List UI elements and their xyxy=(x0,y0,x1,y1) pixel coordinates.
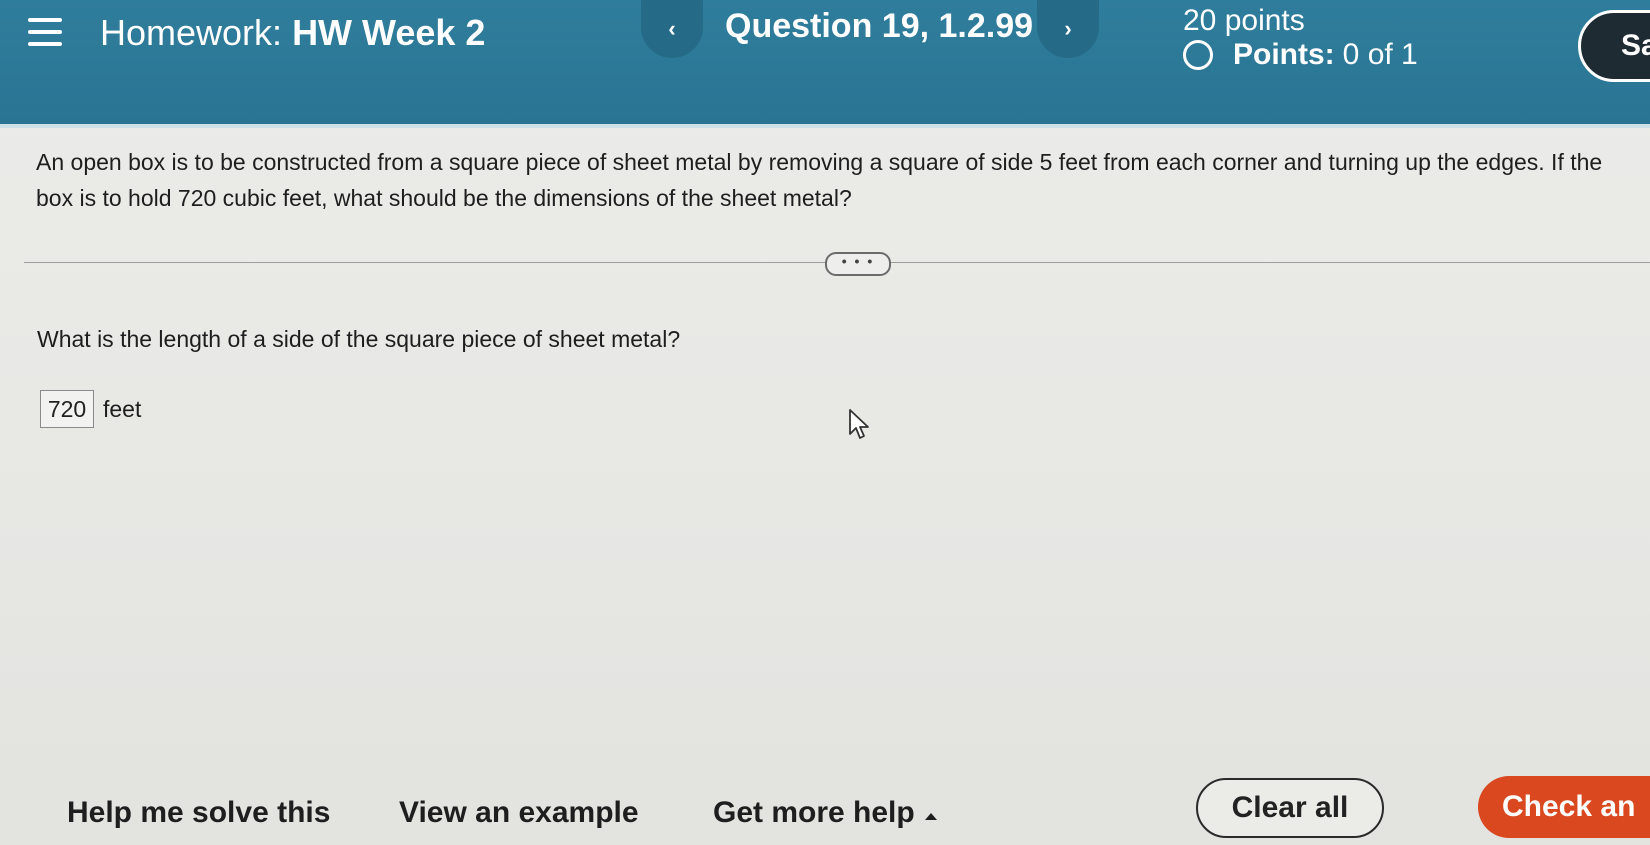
homework-name: HW Week 2 xyxy=(292,12,486,53)
status-circle-icon xyxy=(1183,40,1213,70)
points-label: Points: xyxy=(1233,38,1335,71)
get-more-help-label: Get more help xyxy=(713,796,915,829)
get-more-help-button[interactable]: Get more help xyxy=(713,796,937,830)
check-answer-label: Check an xyxy=(1502,790,1636,823)
previous-question-button[interactable]: ‹ xyxy=(641,0,703,58)
answer-unit: feet xyxy=(103,395,142,422)
homework-page: Homework: HW Week 2 ‹ Question 19, 1.2.9… xyxy=(0,0,1650,845)
mouse-pointer-icon xyxy=(849,409,869,439)
hamburger-menu-icon[interactable] xyxy=(28,18,62,50)
chevron-left-icon: ‹ xyxy=(668,16,676,41)
header-bar: Homework: HW Week 2 ‹ Question 19, 1.2.9… xyxy=(0,0,1650,128)
check-answer-button[interactable]: Check an xyxy=(1478,776,1650,838)
expand-button[interactable]: • • • xyxy=(825,252,891,276)
caret-up-icon xyxy=(924,812,937,820)
points-value: 0 of 1 xyxy=(1342,38,1418,71)
points-total: 20 points xyxy=(1183,4,1305,37)
points-status: Points: 0 of 1 xyxy=(1183,36,1418,74)
view-example-button[interactable]: View an example xyxy=(399,796,639,830)
next-question-button[interactable]: › xyxy=(1037,0,1099,58)
clear-all-label: Clear all xyxy=(1231,791,1349,824)
answer-row: 720 feet xyxy=(40,390,141,428)
homework-title: Homework: HW Week 2 xyxy=(100,10,485,56)
answer-input[interactable]: 720 xyxy=(40,390,94,428)
question-title: Question 19, 1.2.99 xyxy=(725,7,1034,45)
help-me-solve-button[interactable]: Help me solve this xyxy=(67,796,330,830)
chevron-right-icon: › xyxy=(1064,16,1072,41)
sub-question: What is the length of a side of the squa… xyxy=(37,326,681,352)
homework-label: Homework: xyxy=(100,12,283,53)
problem-statement: An open box is to be constructed from a … xyxy=(36,149,1603,211)
save-button[interactable]: Sa xyxy=(1578,10,1650,82)
clear-all-button[interactable]: Clear all xyxy=(1196,778,1384,838)
save-button-label: Sa xyxy=(1621,29,1650,62)
